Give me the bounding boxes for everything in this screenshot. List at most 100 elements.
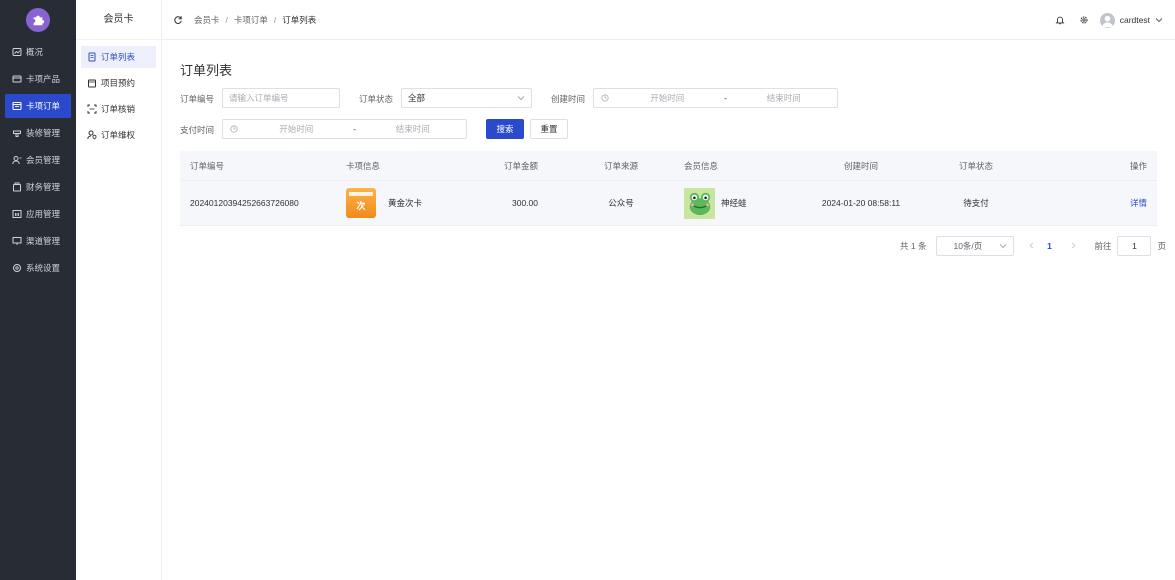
breadcrumb-separator: /: [273, 14, 277, 25]
column-header: 订单金额: [503, 160, 538, 171]
sidebar-item-channels[interactable]: 渠道管理: [5, 229, 71, 253]
order-status-select[interactable]: 全部: [401, 88, 532, 108]
card-name: 黄金次卡: [388, 198, 423, 208]
column-header: 操作: [1129, 160, 1147, 171]
card-info-cell: 次 黄金次卡: [336, 188, 474, 218]
page-number-current[interactable]: 1: [1042, 241, 1056, 251]
sub-item-disputes[interactable]: 订单维权: [81, 124, 156, 146]
amount-cell: 300.00: [512, 198, 538, 208]
top-header: 会员卡 / 卡项订单 / 订单列表 cardtest: [162, 0, 1175, 40]
scan-icon: [86, 104, 97, 115]
card-thumbnail: 次: [346, 188, 376, 218]
order-no-input[interactable]: 请输入订单编号: [222, 88, 340, 108]
sidebar-item-decoration[interactable]: 装修管理: [5, 121, 71, 145]
page-size-select[interactable]: 10条/页: [936, 236, 1015, 256]
clock-icon: [600, 93, 610, 103]
member-info-cell: 神经蛙: [676, 187, 796, 219]
main-sidebar: 概况 卡项产品 卡项订单 装修管理 会员管理 财务管理 应用管理 渠道管理 系统…: [0, 0, 76, 580]
paid-time-range[interactable]: 开始时间 - 结束时间: [222, 119, 467, 139]
action-cell: 详情: [1026, 197, 1157, 209]
pagination-total: 共 1 条: [900, 241, 927, 251]
clock-icon: [229, 124, 239, 134]
chevron-down-icon: [517, 96, 525, 101]
breadcrumb-item-member-card[interactable]: 会员卡: [194, 14, 220, 26]
order-no-label: 订单编号: [180, 94, 215, 104]
avatar[interactable]: [1099, 12, 1115, 28]
sub-item-verify[interactable]: 订单核销: [81, 98, 156, 120]
created-end-input[interactable]: 结束时间: [731, 92, 838, 104]
sub-item-label: 订单核销: [101, 104, 136, 114]
finance-icon: [11, 182, 22, 193]
detail-link[interactable]: 详情: [1130, 198, 1147, 208]
column-header: 订单状态: [958, 160, 993, 171]
reset-button[interactable]: 重置: [530, 119, 568, 139]
app-logo[interactable]: [26, 8, 50, 32]
person-shield-icon: [86, 130, 97, 141]
channel-icon: [11, 236, 22, 247]
paid-time-label: 支付时间: [180, 125, 215, 135]
paid-end-input[interactable]: 结束时间: [360, 123, 467, 135]
goto-page-input[interactable]: 1: [1117, 236, 1152, 256]
sidebar-item-apps[interactable]: 应用管理: [5, 202, 71, 226]
breadcrumb-item-order-list: 订单列表: [282, 14, 317, 25]
sidebar-item-label: 卡项产品: [26, 74, 61, 84]
range-separator: -: [724, 93, 727, 103]
sidebar-item-finance[interactable]: 财务管理: [5, 175, 71, 199]
sidebar-item-label: 装修管理: [26, 128, 61, 138]
sidebar-item-card-orders[interactable]: 卡项订单: [5, 94, 71, 118]
goto-label: 前往: [1094, 241, 1112, 251]
page-suffix: 页: [1157, 241, 1166, 251]
created-start-input[interactable]: 开始时间: [614, 92, 721, 104]
pagination: 共 1 条 10条/页 1 前往 1 页: [900, 236, 1166, 256]
main-content: 订单列表 订单编号 请输入订单编号 订单状态 全部 创建时间 开始时间 - 结束…: [162, 40, 1175, 580]
sidebar-item-overview[interactable]: 概况: [5, 40, 71, 64]
member-avatar: [684, 187, 715, 219]
sidebar-item-label: 概况: [26, 47, 44, 57]
orders-table: 订单编号 卡项信息 订单金额 订单来源 会员信息 创建时间 订单状态 操作 20…: [180, 151, 1157, 226]
bell-icon[interactable]: [1054, 14, 1066, 26]
document-icon: [86, 52, 97, 63]
member-icon: [11, 155, 22, 166]
sub-sidebar: 会员卡 订单列表 项目预约 订单核销 订单维权: [76, 0, 162, 580]
table-row[interactable]: 20240120394252663726080 次 黄金次卡 300.00 公众…: [180, 180, 1157, 226]
page-size-value: 10条/页: [953, 241, 983, 251]
refresh-icon[interactable]: [172, 14, 184, 26]
sub-item-appointments[interactable]: 项目预约: [81, 72, 156, 94]
gear-icon[interactable]: [1078, 14, 1090, 26]
breadcrumb-item-card-orders[interactable]: 卡项订单: [234, 14, 268, 26]
sidebar-item-label: 卡项订单: [26, 101, 61, 111]
created-time-label: 创建时间: [551, 94, 586, 104]
frog-icon: [689, 192, 710, 216]
chevron-down-icon: [1000, 244, 1007, 249]
search-button[interactable]: 搜索: [486, 119, 524, 139]
sidebar-item-label: 财务管理: [26, 182, 61, 192]
card-icon: [11, 74, 22, 85]
source-cell: 公众号: [608, 198, 634, 208]
sidebar-item-label: 系统设置: [26, 263, 61, 273]
username[interactable]: cardtest: [1120, 15, 1150, 25]
created-time-range[interactable]: 开始时间 - 结束时间: [593, 88, 838, 108]
order-status-label: 订单状态: [359, 94, 394, 104]
next-page-button[interactable]: [1066, 241, 1080, 251]
puzzle-icon: [33, 15, 45, 26]
sub-item-order-list[interactable]: 订单列表: [81, 46, 156, 68]
chevron-down-icon[interactable]: [1155, 16, 1163, 24]
sidebar-item-card-products[interactable]: 卡项产品: [5, 67, 71, 91]
sub-item-label: 项目预约: [101, 78, 136, 88]
range-separator: -: [353, 124, 356, 134]
sidebar-item-settings[interactable]: 系统设置: [5, 256, 71, 280]
dashboard-icon: [11, 47, 22, 58]
app-icon: [11, 209, 22, 220]
paid-start-input[interactable]: 开始时间: [243, 123, 350, 135]
sidebar-item-members[interactable]: 会员管理: [5, 148, 71, 172]
member-name: 神经蛙: [721, 198, 747, 208]
table-header: 订单编号 卡项信息 订单金额 订单来源 会员信息 创建时间 订单状态 操作: [180, 151, 1157, 180]
sidebar-item-label: 应用管理: [26, 209, 61, 219]
sub-item-label: 订单维权: [101, 130, 136, 140]
prev-page-button[interactable]: [1024, 241, 1038, 251]
settings-icon: [11, 263, 22, 274]
order-status-value: 全部: [408, 93, 426, 103]
breadcrumb-separator: /: [225, 14, 228, 25]
page-title: 订单列表: [180, 63, 233, 78]
column-header: 创建时间: [843, 160, 878, 171]
